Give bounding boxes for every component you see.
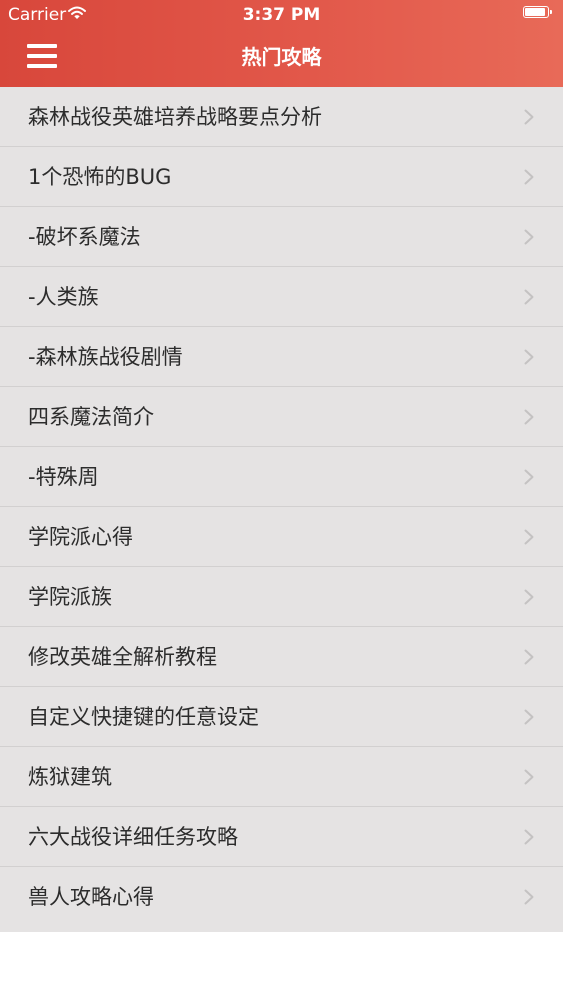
battery-level <box>525 8 545 16</box>
list-item[interactable]: 四系魔法简介 <box>0 387 563 447</box>
chevron-right-icon <box>524 229 534 245</box>
list-item[interactable]: -森林族战役剧情 <box>0 327 563 387</box>
list-item-label: 修改英雄全解析教程 <box>28 645 217 669</box>
list-item[interactable]: 自定义快捷键的任意设定 <box>0 687 563 747</box>
battery-icon <box>523 6 554 20</box>
list-item-label: 学院派心得 <box>28 525 133 549</box>
list-item[interactable]: 修改英雄全解析教程 <box>0 627 563 687</box>
chevron-right-icon <box>524 109 534 125</box>
list-item[interactable]: -破坏系魔法 <box>0 207 563 267</box>
chevron-right-icon <box>524 829 534 845</box>
battery-tip <box>550 10 552 14</box>
navigation-bar: 热门攻略 <box>0 30 563 87</box>
list-item-label: 四系魔法简介 <box>28 405 154 429</box>
list-item-label: 学院派族 <box>28 585 112 609</box>
chevron-right-icon <box>524 529 534 545</box>
list-item[interactable]: 学院派族 <box>0 567 563 627</box>
list-item[interactable]: 六大战役详细任务攻略 <box>0 807 563 867</box>
header: Carrier 3:37 PM 热门攻略 <box>0 0 563 87</box>
chevron-right-icon <box>524 289 534 305</box>
list-item[interactable]: -特殊周 <box>0 447 563 507</box>
list-item[interactable]: 森林战役英雄培养战略要点分析 <box>0 87 563 147</box>
list-item-label: -人类族 <box>28 285 99 309</box>
list-item-label: -破坏系魔法 <box>28 225 141 249</box>
list-item[interactable]: 1个恐怖的BUG <box>0 147 563 207</box>
page-title: 热门攻略 <box>241 45 322 69</box>
list-item-label: 炼狱建筑 <box>28 765 112 789</box>
list-item[interactable]: -人类族 <box>0 267 563 327</box>
list-item-label: 兽人攻略心得 <box>28 885 154 909</box>
chevron-right-icon <box>524 409 534 425</box>
list-item-label: 六大战役详细任务攻略 <box>28 825 238 849</box>
chevron-right-icon <box>524 469 534 485</box>
chevron-right-icon <box>524 769 534 785</box>
chevron-right-icon <box>524 169 534 185</box>
strategy-list: 森林战役英雄培养战略要点分析 1个恐怖的BUG -破坏系魔法 -人类族 -森林族战役剧情… <box>0 87 563 932</box>
list-item[interactable]: 学院派心得 <box>0 507 563 567</box>
list-item-label: 森林战役英雄培养战略要点分析 <box>28 105 322 129</box>
status-bar: Carrier 3:37 PM <box>0 0 563 30</box>
list-item[interactable]: 兽人攻略心得 <box>0 867 563 927</box>
app-screen: Carrier 3:37 PM 热门攻略 森林战役英雄培养战略要点分析 1个恐怖的… <box>0 0 563 1000</box>
list-item-label: 1个恐怖的BUG <box>28 165 172 189</box>
chevron-right-icon <box>524 349 534 365</box>
list-item-label: 自定义快捷键的任意设定 <box>28 705 259 729</box>
bottom-blank-area <box>0 932 563 1000</box>
chevron-right-icon <box>524 589 534 605</box>
list-item-label: -森林族战役剧情 <box>28 345 183 369</box>
list-item-label: -特殊周 <box>28 465 99 489</box>
status-time: 3:37 PM <box>242 5 321 25</box>
chevron-right-icon <box>524 649 534 665</box>
list-item[interactable]: 炼狱建筑 <box>0 747 563 807</box>
chevron-right-icon <box>524 889 534 905</box>
chevron-right-icon <box>524 709 534 725</box>
